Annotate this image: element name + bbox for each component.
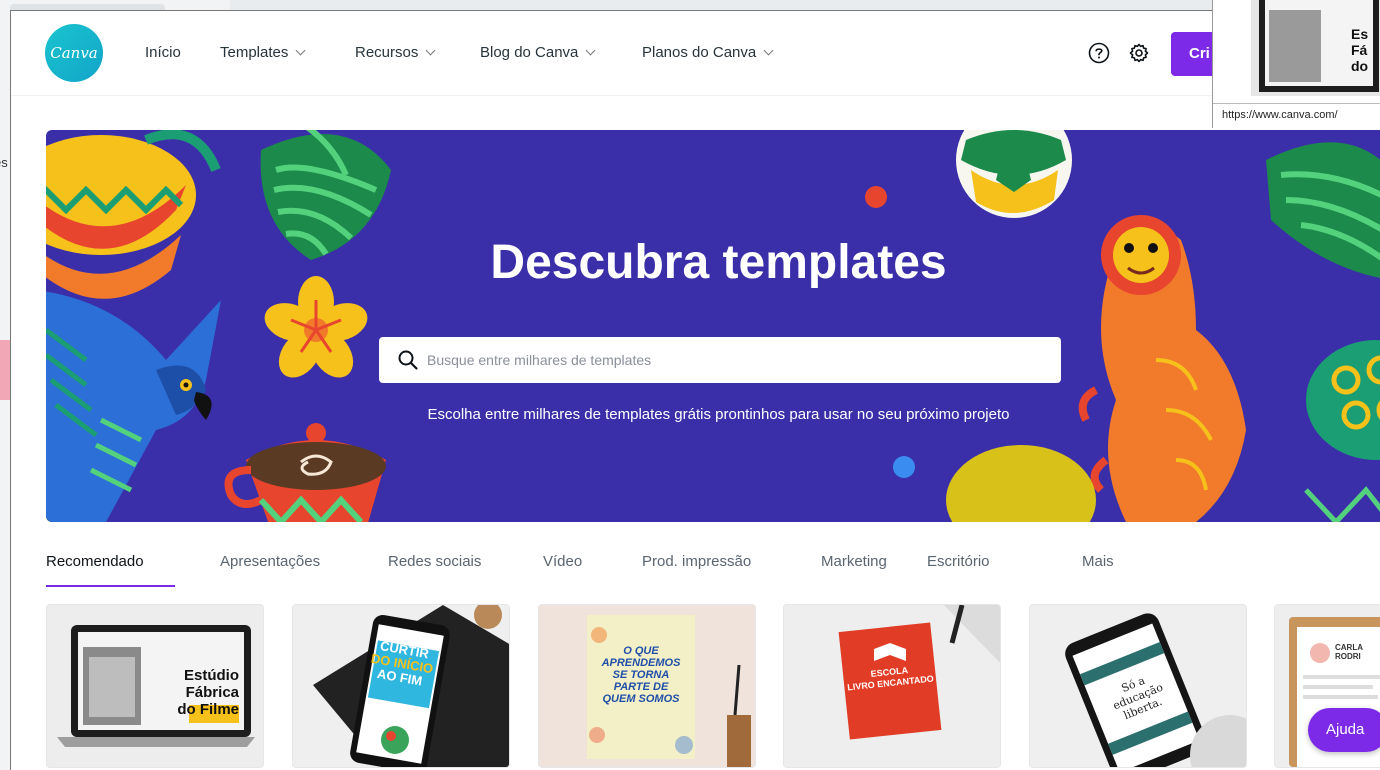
preview-line: Es — [1351, 26, 1369, 42]
search-input[interactable] — [427, 337, 1027, 383]
template-card[interactable]: Estúdio Fábrica do Filme — [46, 604, 264, 768]
template-card[interactable]: CURTIR DO INÍCIO AO FIM — [292, 604, 510, 768]
phone-mockup — [293, 605, 509, 767]
help-label: Ajuda — [1326, 721, 1365, 738]
card-text: O QUE APRENDEMOS SE TORNA PARTE DE QUEM … — [587, 645, 695, 705]
search-icon — [397, 349, 419, 376]
nav-label: Início — [145, 44, 181, 61]
nav-label: Blog do Canva — [480, 44, 579, 61]
tab-prod-impressao[interactable]: Prod. impressão — [642, 553, 751, 570]
help-button[interactable]: Ajuda — [1308, 708, 1380, 752]
nav-templates[interactable]: Templates — [220, 44, 306, 61]
card-line: Fábrica — [185, 684, 239, 701]
top-navbar: Canva Início Templates Recursos Blog do … — [11, 11, 1380, 95]
chevron-down-icon — [763, 45, 774, 56]
template-card[interactable]: Só a educação liberta. — [1029, 604, 1247, 768]
card-line: PARTE DE — [613, 681, 669, 693]
card-line: SE TORNA — [612, 669, 670, 681]
cup-illustration — [224, 440, 386, 522]
preview-line: Fá — [1351, 42, 1368, 58]
card-line: Estúdio — [184, 667, 239, 684]
nav-planos[interactable]: Planos do Canva — [642, 44, 774, 61]
hero-illustration — [46, 130, 1380, 522]
card-line: O QUE — [623, 645, 659, 657]
card-line: RODRI — [1335, 652, 1361, 661]
gear-icon[interactable] — [1127, 41, 1151, 65]
help-icon[interactable] — [1087, 41, 1111, 65]
status-url: https://www.canva.com/ — [1213, 103, 1380, 128]
chevron-down-icon — [295, 45, 306, 56]
browser-window: Canva Início Templates Recursos Blog do … — [10, 10, 1380, 770]
tab-marketing[interactable]: Marketing — [821, 553, 887, 570]
hero-banner: Descubra templates Escolha entre milhare… — [46, 130, 1380, 522]
card-line: CARLA — [1335, 643, 1363, 652]
nav-recursos[interactable]: Recursos — [355, 44, 436, 61]
background-text: es — [0, 155, 8, 170]
template-card[interactable]: ESCOLA LIVRO ENCANTADO — [783, 604, 1001, 768]
turtle-illustration — [1304, 340, 1380, 522]
tab-video[interactable]: Vídeo — [543, 553, 582, 570]
link-preview-popup: Es Fá do https://www.canva.com/ — [1212, 0, 1380, 128]
cta-label: Cri — [1189, 45, 1210, 62]
active-tab-indicator — [46, 585, 175, 587]
chevron-down-icon — [425, 45, 436, 56]
card-line: QUEM SOMOS — [602, 693, 680, 705]
template-search-box[interactable] — [379, 337, 1061, 383]
nav-inicio[interactable]: Início — [145, 44, 181, 61]
flower-illustration — [264, 276, 368, 378]
soccer-ball-illustration — [956, 130, 1072, 218]
hero-title: Descubra templates — [490, 236, 947, 289]
background-accent — [0, 340, 10, 400]
tab-escritorio[interactable]: Escritório — [927, 553, 990, 570]
category-tabs: Recomendado Apresentações Redes sociais … — [46, 551, 1246, 587]
tab-mais[interactable]: Mais — [1082, 553, 1114, 570]
nav-label: Templates — [220, 44, 289, 61]
preview-thumbnail: Es Fá do — [1251, 0, 1380, 96]
preview-line: do — [1351, 58, 1369, 74]
template-card[interactable]: O QUE APRENDEMOS SE TORNA PARTE DE QUEM … — [538, 604, 756, 768]
hero-subtitle: Escolha entre milhares de templates grát… — [427, 406, 1010, 423]
card-line: do Filme — [177, 701, 239, 718]
nav-label: Recursos — [355, 44, 419, 61]
canva-logo[interactable]: Canva — [45, 24, 103, 82]
chevron-down-icon — [585, 45, 596, 56]
tab-redes-sociais[interactable]: Redes sociais — [388, 553, 481, 570]
card-text: Estúdio Fábrica do Filme — [159, 667, 239, 718]
card-text: CARLA RODRI — [1335, 643, 1380, 661]
card-line: APRENDEMOS — [601, 657, 681, 669]
nav-blog[interactable]: Blog do Canva — [480, 44, 596, 61]
tab-apresentacoes[interactable]: Apresentações — [220, 553, 320, 570]
nav-label: Planos do Canva — [642, 44, 757, 61]
tab-recomendado[interactable]: Recomendado — [46, 553, 144, 570]
preview-text: Es Fá do — [1351, 26, 1368, 74]
logo-text: Canva — [50, 44, 98, 62]
